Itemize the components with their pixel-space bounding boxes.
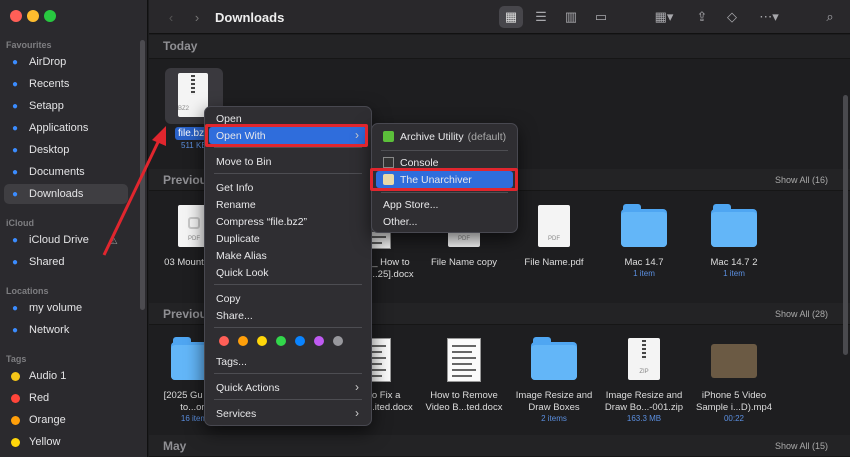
submenu-item-app-store[interactable]: App Store... — [376, 196, 513, 213]
submenu-item-other[interactable]: Other... — [376, 213, 513, 230]
tag-color-swatch[interactable] — [333, 336, 343, 346]
menu-item-make-alias[interactable]: Make Alias — [209, 247, 367, 264]
menu-item-compress-file-bz2[interactable]: Compress “file.bz2” — [209, 213, 367, 230]
highlight-the-unarchiver — [370, 168, 518, 191]
menu-item-duplicate[interactable]: Duplicate — [209, 230, 367, 247]
menu-separator — [214, 284, 362, 285]
menu-separator — [214, 147, 362, 148]
menu-item-quick-look[interactable]: Quick Look — [209, 264, 367, 281]
highlight-open-with — [205, 124, 368, 147]
menu-separator — [214, 399, 362, 400]
submenu-item-archive-utility[interactable]: Archive Utility (default) — [376, 128, 513, 145]
menu-item-services[interactable]: Services › — [209, 405, 367, 422]
menu-item-move-to-bin[interactable]: Move to Bin — [209, 153, 367, 170]
archive-utility-icon — [383, 131, 394, 142]
menu-separator — [214, 373, 362, 374]
tag-color-swatch[interactable] — [257, 336, 267, 346]
tag-color-swatch[interactable] — [295, 336, 305, 346]
finder-window: Favourites iCloud Locations Tags ● AirDro… — [0, 0, 850, 457]
tag-color-swatch[interactable] — [219, 336, 229, 346]
menu-separator — [214, 173, 362, 174]
menu-item-rename[interactable]: Rename — [209, 196, 367, 213]
context-menu: Open Open With › Move to Bin Get Info Rename C… — [204, 106, 372, 426]
menu-item-get-info[interactable]: Get Info — [209, 179, 367, 196]
menu-separator — [214, 327, 362, 328]
menu-item-tags[interactable]: Tags... — [209, 353, 367, 370]
tag-color-swatch[interactable] — [238, 336, 248, 346]
tag-color-row — [205, 331, 373, 351]
chevron-right-icon: › — [355, 380, 359, 394]
menu-item-share[interactable]: Share... — [209, 307, 367, 324]
chevron-right-icon: › — [355, 406, 359, 420]
tag-color-swatch[interactable] — [314, 336, 324, 346]
console-icon — [383, 157, 394, 168]
tag-color-swatch[interactable] — [276, 336, 286, 346]
menu-item-copy[interactable]: Copy — [209, 290, 367, 307]
menu-item-quick-actions[interactable]: Quick Actions › — [209, 379, 367, 396]
